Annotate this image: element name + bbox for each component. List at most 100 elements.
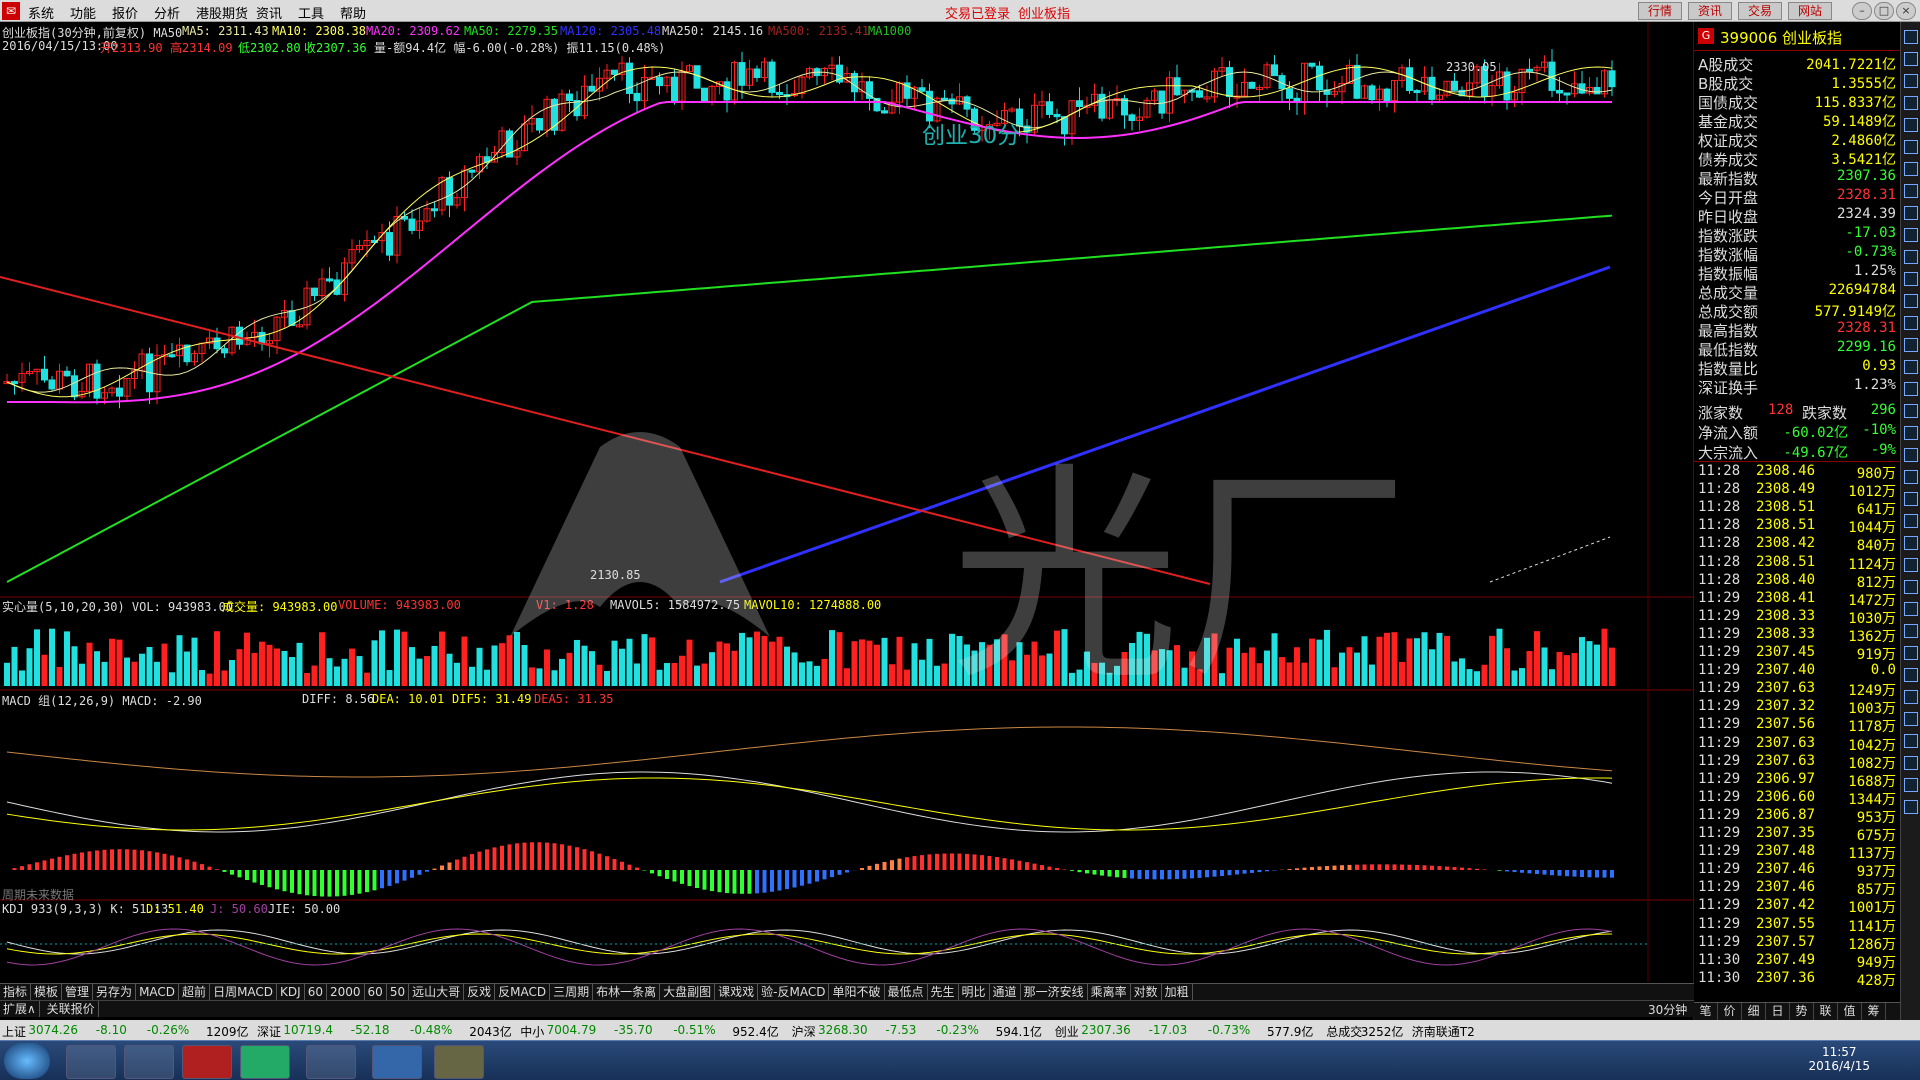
right-tab[interactable]: 势 (1790, 1003, 1814, 1020)
tool-icon[interactable] (1904, 514, 1918, 528)
tool-icon[interactable] (1904, 206, 1918, 220)
tool-icon[interactable] (1904, 404, 1918, 418)
tick-row[interactable]: 11:29 2307.45 919万 (1698, 644, 1896, 663)
tick-row[interactable]: 11:29 2307.63 1042万 (1698, 735, 1896, 754)
indicator-tab[interactable]: 日周MACD (210, 984, 278, 1000)
tick-row[interactable]: 11:29 2308.33 1362万 (1698, 626, 1896, 645)
tick-row[interactable]: 11:28 2308.46 980万 (1698, 463, 1896, 482)
tool-icon[interactable] (1904, 360, 1918, 374)
tick-row[interactable]: 11:29 2306.60 1344万 (1698, 789, 1896, 808)
tick-row[interactable]: 11:29 2307.32 1003万 (1698, 698, 1896, 717)
tab-market[interactable]: 行情 (1638, 2, 1682, 20)
indicator-tab[interactable]: 模板 (31, 984, 63, 1000)
tick-row[interactable]: 11:29 2307.63 1249万 (1698, 680, 1896, 699)
tool-icon[interactable] (1904, 140, 1918, 154)
tool-icon[interactable] (1904, 756, 1918, 770)
menu-news[interactable]: 资讯 (256, 3, 282, 22)
indicator-tab[interactable]: 60 (305, 984, 327, 1000)
tick-row[interactable]: 11:28 2308.51 641万 (1698, 499, 1896, 518)
period-label[interactable]: 30分钟 (1648, 1001, 1687, 1018)
tool-icon[interactable] (1904, 118, 1918, 132)
menu-analysis[interactable]: 分析 (154, 3, 180, 22)
indicator-tab[interactable]: 明比 (959, 984, 990, 1000)
tick-row[interactable]: 11:29 2306.87 953万 (1698, 807, 1896, 826)
indicator-tab[interactable]: 通道 (990, 984, 1021, 1000)
tick-row[interactable]: 11:29 2307.40 0.0 (1698, 662, 1896, 680)
indicator-tab[interactable]: 验-反MACD (758, 984, 830, 1000)
tick-row[interactable]: 11:29 2307.42 1001万 (1698, 897, 1896, 916)
tool-icon[interactable] (1904, 316, 1918, 330)
indicator-tab[interactable]: 最低点 (885, 984, 928, 1000)
tick-row[interactable]: 11:28 2308.51 1124万 (1698, 554, 1896, 573)
indicator-tab[interactable]: 50 (387, 984, 410, 1000)
tick-row[interactable]: 11:29 2307.46 857万 (1698, 879, 1896, 898)
tool-icon[interactable] (1904, 448, 1918, 462)
tool-icon[interactable] (1904, 426, 1918, 440)
right-tab[interactable]: 笔 (1694, 1003, 1718, 1020)
clock[interactable]: 11:57 2016/4/15 (1808, 1045, 1870, 1073)
close-icon[interactable]: × (1896, 2, 1916, 20)
tool-icon[interactable] (1904, 602, 1918, 616)
chart-area[interactable]: 创业板指(30分钟,前复权) MA50 MA5: 2311.43 MA10: 2… (0, 22, 1694, 1026)
menu-help[interactable]: 帮助 (340, 3, 366, 22)
taskbar-app-icon[interactable] (240, 1045, 290, 1079)
related-quote-tab[interactable]: 关联报价 (44, 1001, 99, 1017)
tick-row[interactable]: 11:29 2307.48 1137万 (1698, 843, 1896, 862)
indicator-tab[interactable]: 三周期 (550, 984, 594, 1000)
menu-tools[interactable]: 工具 (298, 3, 324, 22)
tool-icon[interactable] (1904, 228, 1918, 242)
maximize-icon[interactable]: □ (1874, 2, 1894, 20)
tick-row[interactable]: 11:28 2308.51 1044万 (1698, 517, 1896, 536)
indicator-tab[interactable]: 乘离率 (1088, 984, 1131, 1000)
tool-icon[interactable] (1904, 624, 1918, 638)
indicator-tab[interactable]: 先生 (928, 984, 959, 1000)
tool-icon[interactable] (1904, 536, 1918, 550)
indicator-tab[interactable]: 课戏戏 (715, 984, 759, 1000)
taskbar-app-icon[interactable] (434, 1045, 484, 1079)
indicator-tab[interactable]: KDJ (277, 984, 305, 1000)
tool-icon[interactable] (1904, 272, 1918, 286)
indicator-tab[interactable]: 单阳不破 (829, 984, 885, 1000)
right-tab[interactable]: 值 (1838, 1003, 1862, 1020)
indicator-tab[interactable]: 反MACD (495, 984, 551, 1000)
taskbar-app-icon[interactable] (66, 1045, 116, 1079)
tool-icon[interactable] (1904, 690, 1918, 704)
menu-hk-futures[interactable]: 港股期货 (196, 3, 248, 22)
tool-icon[interactable] (1904, 52, 1918, 66)
menu-quote[interactable]: 报价 (112, 3, 138, 22)
menu-system[interactable]: 系统 (28, 3, 54, 22)
tool-icon[interactable] (1904, 734, 1918, 748)
indicator-tab[interactable]: 指标 (0, 984, 32, 1000)
tool-icon[interactable] (1904, 250, 1918, 264)
tool-icon[interactable] (1904, 778, 1918, 792)
tick-row[interactable]: 11:28 2308.49 1012万 (1698, 481, 1896, 500)
tool-icon[interactable] (1904, 580, 1918, 594)
tool-icon[interactable] (1904, 800, 1918, 814)
tool-icon[interactable] (1904, 96, 1918, 110)
right-tab[interactable]: 细 (1742, 1003, 1766, 1020)
right-tab[interactable]: 日 (1766, 1003, 1790, 1020)
taskbar-app-icon[interactable] (306, 1045, 356, 1079)
tab-info[interactable]: 资讯 (1688, 2, 1732, 20)
indicator-tab[interactable]: 反戏 (464, 984, 496, 1000)
right-tab[interactable]: 联 (1814, 1003, 1838, 1020)
tool-icon[interactable] (1904, 712, 1918, 726)
taskbar-app-icon[interactable] (372, 1045, 422, 1079)
tick-row[interactable]: 11:28 2308.40 812万 (1698, 572, 1896, 591)
taskbar-app-icon[interactable] (182, 1045, 232, 1079)
indicator-tab[interactable]: 加粗 (1162, 984, 1193, 1000)
tool-icon[interactable] (1904, 470, 1918, 484)
indicator-tab[interactable]: 那一济安线 (1021, 984, 1088, 1000)
right-tab[interactable]: 价 (1718, 1003, 1742, 1020)
indicator-tab[interactable]: 2000 (327, 984, 365, 1000)
tool-icon[interactable] (1904, 492, 1918, 506)
tick-row[interactable]: 11:30 2307.36 428万 (1698, 970, 1896, 989)
tool-icon[interactable] (1904, 74, 1918, 88)
tool-icon[interactable] (1904, 162, 1918, 176)
tick-row[interactable]: 11:29 2308.33 1030万 (1698, 608, 1896, 627)
tab-trade[interactable]: 交易 (1738, 2, 1782, 20)
taskbar-app-icon[interactable] (124, 1045, 174, 1079)
tick-row[interactable]: 11:30 2307.49 949万 (1698, 952, 1896, 971)
tick-row[interactable]: 11:28 2308.42 840万 (1698, 535, 1896, 554)
right-tab[interactable]: 筹 (1862, 1003, 1886, 1020)
